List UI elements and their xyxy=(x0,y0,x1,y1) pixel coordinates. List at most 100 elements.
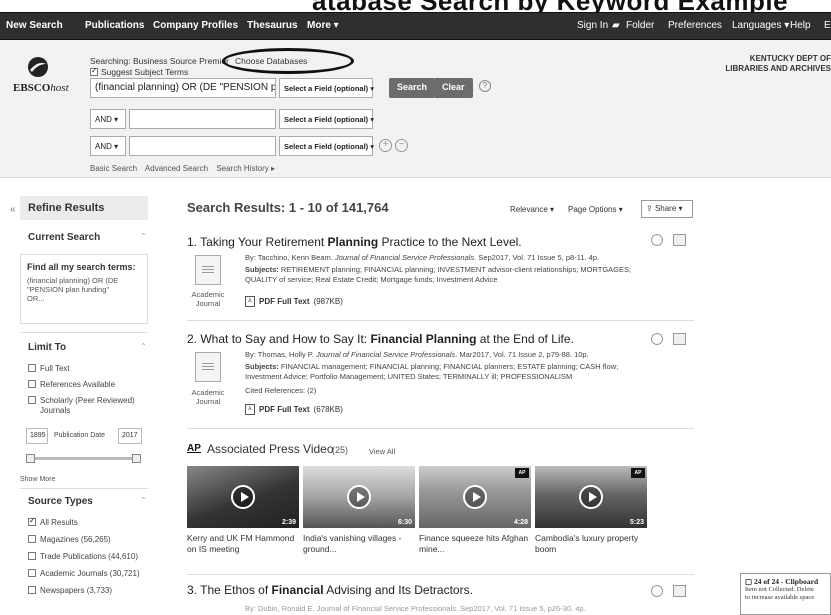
result-2-byline: By: Thomas, Holly P. Journal of Financia… xyxy=(245,350,589,359)
video-thumbnail-1[interactable]: 2:39 xyxy=(187,466,299,528)
result-2-actions xyxy=(651,333,687,347)
source-magazines[interactable]: Magazines (56,265) xyxy=(28,535,111,545)
result-1-title[interactable]: 1. Taking Your Retirement Planning Pract… xyxy=(187,235,522,249)
nav-languages[interactable]: Languages ▾ xyxy=(732,20,789,31)
relevance-sort-dropdown[interactable]: Relevance ▾ xyxy=(510,205,554,214)
field-select-3[interactable]: Select a Field (optional) ▾ xyxy=(279,136,374,156)
play-icon[interactable] xyxy=(579,485,603,509)
source-all-results[interactable]: All Results xyxy=(28,516,78,528)
nav-company-profiles[interactable]: Company Profiles xyxy=(153,20,238,31)
video-thumbnail-4[interactable]: AP 5:23 xyxy=(535,466,647,528)
help-icon[interactable]: ? xyxy=(479,80,491,92)
source-trade[interactable]: Trade Publications (44,610) xyxy=(28,552,138,562)
academic-checkbox[interactable] xyxy=(28,569,36,577)
field-select-1[interactable]: Select a Field (optional) ▾ xyxy=(279,78,374,98)
full-text-checkbox[interactable] xyxy=(28,364,36,372)
video-caption-1[interactable]: Kerry and UK FM Hammond on IS meeting xyxy=(187,533,299,555)
field-select-2[interactable]: Select a Field (optional) ▾ xyxy=(279,109,374,129)
share-button[interactable]: ⇪ Share ▾ xyxy=(641,200,693,218)
nav-help[interactable]: Help xyxy=(790,20,811,31)
nav-preferences[interactable]: Preferences xyxy=(668,20,722,31)
play-icon[interactable] xyxy=(231,485,255,509)
result-2-title[interactable]: 2. What to Say and How to Say It: Financ… xyxy=(187,332,574,346)
boolean-operator-select-2[interactable]: AND ▾ xyxy=(90,109,126,129)
result-2-cited-references[interactable]: Cited References: (2) xyxy=(245,386,316,396)
result-2-pdf-link[interactable]: ⅄ PDF Full Text (678KB) xyxy=(245,404,343,415)
result-1-pdf-link[interactable]: ⅄ PDF Full Text (987KB) xyxy=(245,296,343,307)
result-2-type: Academic Journal xyxy=(191,388,225,406)
video-thumbnail-2[interactable]: 6:30 xyxy=(303,466,415,528)
limit-to-heading[interactable]: Limit To xyxy=(28,342,66,353)
preview-icon[interactable] xyxy=(651,333,663,345)
clipboard-line-2: to increase available space xyxy=(745,594,815,601)
slider-handle-right[interactable] xyxy=(132,454,141,463)
show-more-link[interactable]: Show More xyxy=(20,476,55,483)
limit-scholarly[interactable]: Scholarly (Peer Reviewed) Journals xyxy=(28,396,135,416)
folder-icon[interactable]: ▰ xyxy=(612,20,620,31)
divider xyxy=(20,488,148,489)
suggest-subject-terms[interactable]: Suggest Subject Terms xyxy=(90,66,188,77)
divider xyxy=(187,320,694,321)
references-checkbox[interactable] xyxy=(28,380,36,388)
search-button[interactable]: Search xyxy=(389,78,436,98)
basic-search-link[interactable]: Basic Search xyxy=(90,164,137,173)
publication-date-label: Publication Date xyxy=(54,432,105,439)
suggest-terms-checkbox[interactable] xyxy=(90,66,98,76)
limit-references[interactable]: References Available xyxy=(28,380,115,390)
add-to-folder-icon[interactable] xyxy=(673,585,686,597)
current-search-caret-icon[interactable]: ⌃ xyxy=(140,232,147,241)
video-thumbnail-3[interactable]: AP 4:28 xyxy=(419,466,531,528)
newspapers-checkbox[interactable] xyxy=(28,586,36,594)
remove-row-icon[interactable]: − xyxy=(395,139,408,152)
limit-full-text[interactable]: Full Text xyxy=(28,364,70,374)
source-newspapers[interactable]: Newspapers (3,733) xyxy=(28,586,112,596)
advanced-search-link[interactable]: Advanced Search xyxy=(145,164,208,173)
add-to-folder-icon[interactable] xyxy=(673,333,686,345)
nav-more[interactable]: More ▾ xyxy=(307,20,339,31)
play-icon[interactable] xyxy=(347,485,371,509)
result-1-byline: By: Tacchino, Kenn Beam. Journal of Fina… xyxy=(245,253,600,262)
search-input-2[interactable] xyxy=(129,109,276,129)
source-types-caret-icon[interactable]: ⌃ xyxy=(140,496,147,505)
video-caption-3[interactable]: Finance squeeze hits Afghan mine... xyxy=(419,533,531,555)
divider xyxy=(20,332,148,333)
nav-exit-partial[interactable]: E xyxy=(824,20,831,31)
nav-new-search[interactable]: New Search xyxy=(6,20,63,31)
add-row-icon[interactable]: + xyxy=(379,139,392,152)
date-from-input[interactable]: 1895 xyxy=(26,428,48,444)
divider xyxy=(187,428,694,429)
play-icon[interactable] xyxy=(463,485,487,509)
search-input-3[interactable] xyxy=(129,136,276,156)
collapse-left-icon[interactable]: « xyxy=(10,204,16,215)
scholarly-checkbox[interactable] xyxy=(28,396,36,404)
date-slider[interactable] xyxy=(20,454,148,463)
source-types-heading[interactable]: Source Types xyxy=(28,496,93,507)
search-input-1[interactable]: (financial planning) OR (DE "PENSION pla xyxy=(90,78,276,98)
view-all-link[interactable]: View All xyxy=(369,447,395,456)
preview-icon[interactable] xyxy=(651,234,663,246)
nav-thesaurus[interactable]: Thesaurus xyxy=(247,20,298,31)
date-to-input[interactable]: 2017 xyxy=(118,428,142,444)
video-caption-2[interactable]: India's vanishing villages - ground... xyxy=(303,533,415,555)
nav-publications[interactable]: Publications xyxy=(85,20,144,31)
video-caption-4[interactable]: Cambodia's luxury property boom xyxy=(535,533,647,555)
result-3-title[interactable]: 3. The Ethos of Financial Advising and I… xyxy=(187,583,473,597)
pdf-icon: ⅄ xyxy=(245,296,255,307)
preview-icon[interactable] xyxy=(651,585,663,597)
magazines-checkbox[interactable] xyxy=(28,535,36,543)
current-search-heading[interactable]: Current Search xyxy=(28,232,100,243)
highlight-oval xyxy=(222,48,354,74)
search-history-link[interactable]: Search History ▸ xyxy=(216,164,275,173)
nav-folder[interactable]: Folder xyxy=(626,20,654,31)
trade-checkbox[interactable] xyxy=(28,552,36,560)
source-academic[interactable]: Academic Journals (30,721) xyxy=(28,569,140,579)
video-duration: 6:30 xyxy=(397,519,412,526)
clear-button[interactable]: Clear xyxy=(434,78,473,98)
slider-handle-left[interactable] xyxy=(26,454,35,463)
boolean-operator-select-3[interactable]: AND ▾ xyxy=(90,136,126,156)
nav-sign-in[interactable]: Sign In xyxy=(577,20,608,31)
add-to-folder-icon[interactable] xyxy=(673,234,686,246)
all-results-checkbox[interactable] xyxy=(28,516,36,526)
limit-to-caret-icon[interactable]: ⌃ xyxy=(140,342,147,351)
page-options-dropdown[interactable]: Page Options ▾ xyxy=(568,205,623,214)
